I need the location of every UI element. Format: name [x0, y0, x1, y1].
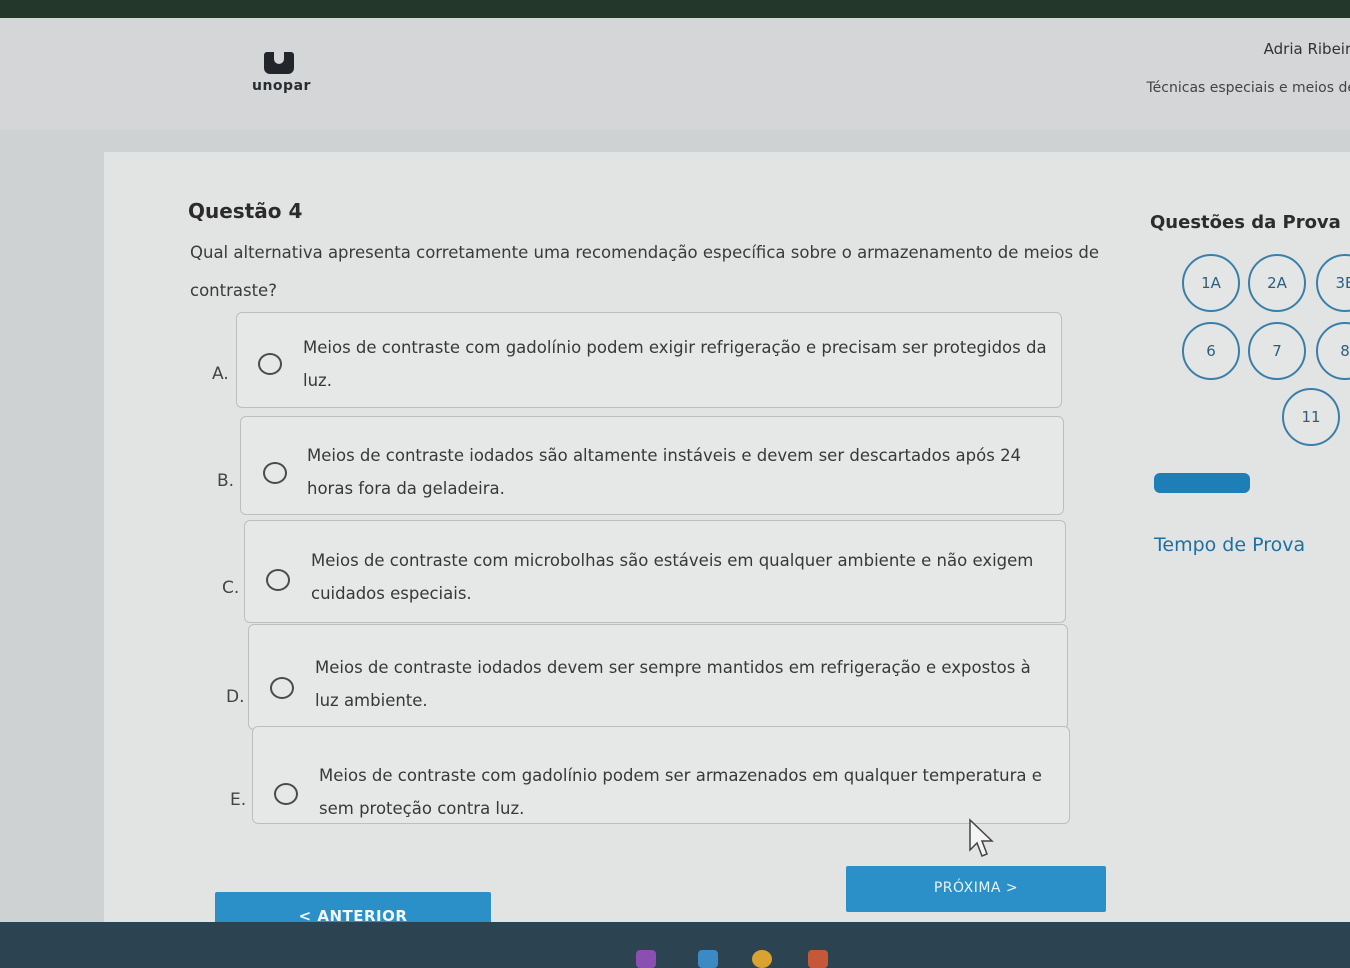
page-header [0, 18, 1350, 130]
option-c-radio[interactable] [266, 569, 290, 591]
option-d-text: Meios de contraste iodados devem ser sem… [315, 658, 1031, 710]
mouse-cursor-icon [969, 818, 994, 857]
logo-text: unopar [252, 78, 311, 94]
taskbar-store-icon[interactable] [698, 950, 718, 968]
exam-questions-title: Questões da Prova [1150, 212, 1341, 233]
option-e-letter: E. [230, 790, 247, 810]
option-b-radio[interactable] [263, 462, 287, 484]
question-nav-1[interactable]: 1A [1182, 254, 1240, 312]
question-text: Qual alternativa apresenta corretamente … [190, 243, 1099, 300]
option-d-letter: D. [226, 687, 245, 707]
taskbar-chrome-icon[interactable] [752, 950, 772, 968]
question-nav-6[interactable]: 6 [1182, 322, 1240, 380]
option-e-radio[interactable] [274, 783, 298, 805]
option-b-text: Meios de contraste iodados são altamente… [307, 446, 1022, 498]
question-title: Questão 4 [188, 199, 303, 223]
top-bar [0, 0, 1350, 18]
unopar-logo-icon [264, 52, 294, 74]
course-name: Técnicas especiais e meios de [1146, 80, 1350, 96]
taskbar [0, 922, 1350, 968]
option-c-letter: C. [222, 578, 240, 598]
option-a-letter: A. [212, 364, 229, 384]
exam-time-title: Tempo de Prova [1154, 534, 1306, 556]
next-button[interactable]: PRÓXIMA > [846, 866, 1106, 912]
question-nav-2[interactable]: 2A [1248, 254, 1306, 312]
option-a-text: Meios de contraste com gadolínio podem e… [303, 338, 1047, 390]
option-e-text: Meios de contraste com gadolínio podem s… [319, 766, 1042, 818]
question-nav-11[interactable]: 11 [1282, 388, 1340, 446]
option-d-radio[interactable] [270, 677, 294, 699]
taskbar-app-icon[interactable] [636, 950, 656, 968]
progress-bar [1154, 473, 1250, 493]
taskbar-mail-icon[interactable] [808, 950, 828, 968]
question-nav-7[interactable]: 7 [1248, 322, 1306, 380]
user-name[interactable]: Adria Ribeiro [1264, 40, 1350, 58]
option-a-radio[interactable] [258, 353, 282, 375]
option-b-letter: B. [217, 471, 235, 491]
option-c-text: Meios de contraste com microbolhas são e… [311, 551, 1034, 603]
